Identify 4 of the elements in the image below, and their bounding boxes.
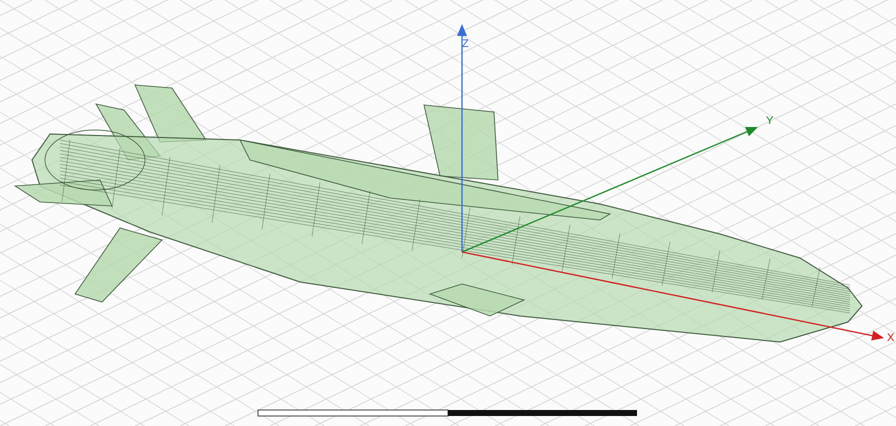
axis-label: X xyxy=(887,332,894,344)
3d-viewport[interactable]: Z Y X xyxy=(0,0,896,426)
axis-label: Z xyxy=(462,38,469,50)
axis-label: Y xyxy=(766,115,774,127)
